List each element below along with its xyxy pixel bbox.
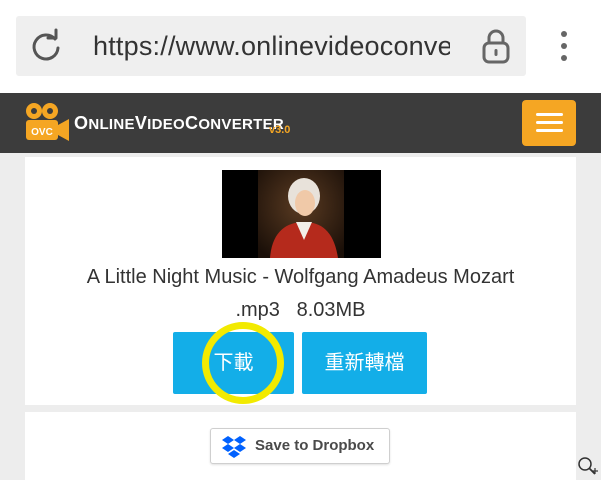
site-header: OVC ONLINEVIDEOCONVERTER v3.0 [0, 93, 601, 153]
reload-icon[interactable] [28, 28, 64, 64]
url-text[interactable]: https://www.onlinevideoconverter.com [93, 28, 450, 64]
video-title: A Little Night Music - Wolfgang Amadeus … [86, 266, 515, 288]
site-version: v3.0 [269, 124, 291, 136]
video-thumbnail [222, 170, 381, 258]
portrait-image [258, 170, 344, 258]
browser-toolbar: https://www.onlinevideoconverter.com [0, 0, 601, 93]
more-vertical-icon[interactable] [555, 28, 573, 64]
file-info: .mp3 8.03MB [25, 299, 576, 322]
save-to-dropbox-button[interactable]: Save to Dropbox [210, 428, 390, 464]
zoom-cursor-icon [578, 457, 598, 475]
file-size: 8.03MB [296, 299, 366, 321]
site-logo-name[interactable]: ONLINEVIDEOCONVERTER [74, 113, 284, 134]
download-button[interactable]: 下載 [173, 332, 294, 394]
hamburger-menu-button[interactable] [522, 100, 576, 146]
file-format: .mp3 [235, 299, 280, 321]
reconvert-button[interactable]: 重新轉檔 [302, 332, 427, 394]
lock-icon[interactable] [480, 28, 512, 64]
dropbox-label: Save to Dropbox [255, 437, 375, 454]
hamburger-menu-icon [536, 113, 563, 116]
camera-logo-icon[interactable]: OVC [24, 101, 70, 143]
dropbox-icon [222, 436, 246, 458]
svg-text:OVC: OVC [31, 127, 53, 138]
